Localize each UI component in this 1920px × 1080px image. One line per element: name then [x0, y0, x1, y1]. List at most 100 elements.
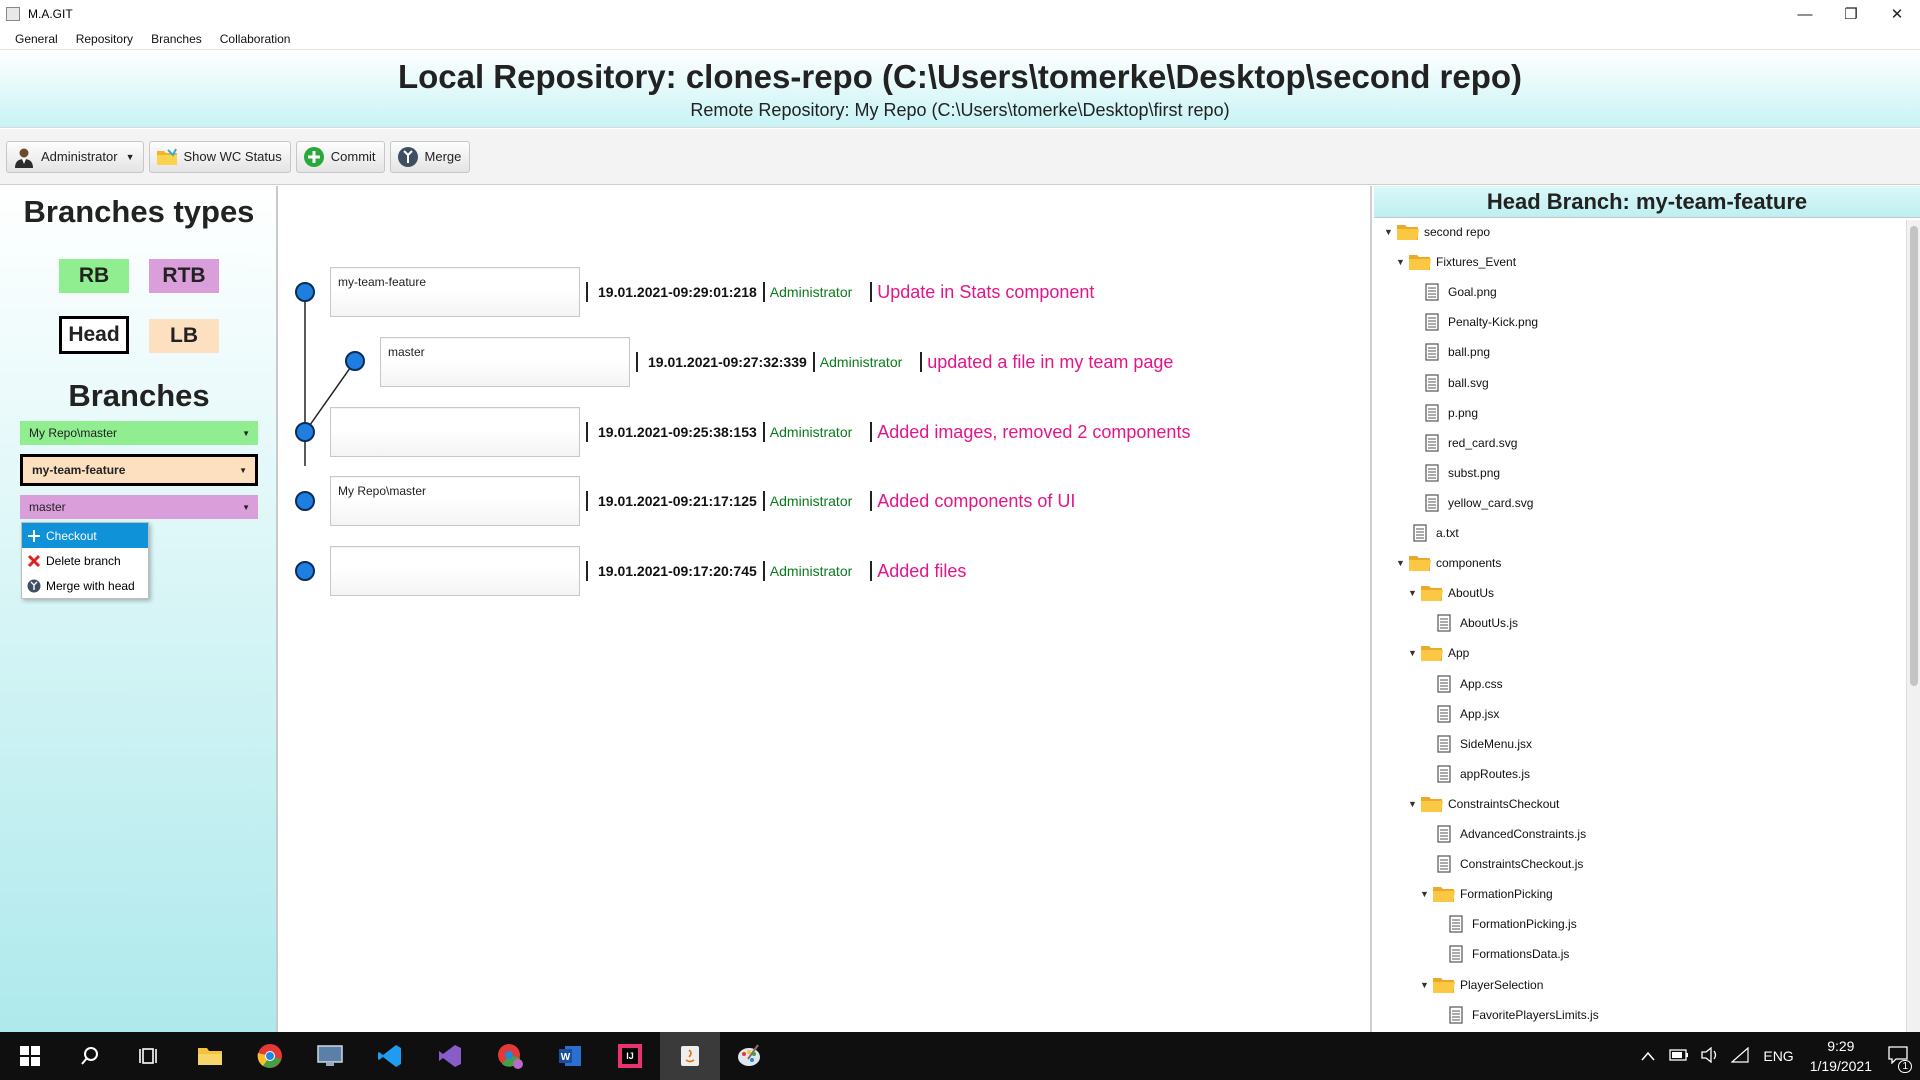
commit-node[interactable]	[295, 561, 315, 581]
tree-file[interactable]: SideMenu.jsx	[1420, 732, 1532, 756]
expand-arrow-icon[interactable]: ▼	[1396, 257, 1408, 267]
commit-row[interactable]: master 19.01.2021-09:27:32:339 Administr…	[380, 337, 1173, 387]
toolbar: Administrator ▼ Show WC Status Commit Me…	[0, 129, 1920, 185]
commit-row[interactable]: My Repo\master 19.01.2021-09:21:17:125 A…	[330, 476, 1075, 526]
local-repository-title: Local Repository: clones-repo (C:\Users\…	[397, 58, 1523, 95]
tree-folder[interactable]: ▼ PlayerSelection	[1420, 973, 1543, 997]
intellij-icon[interactable]: IJ	[600, 1032, 660, 1080]
tree-file[interactable]: Goal.png	[1408, 280, 1497, 304]
chrome-icon[interactable]	[240, 1032, 300, 1080]
close-button[interactable]: ✕	[1874, 0, 1920, 28]
tree-folder[interactable]: ▼ Fixtures_Event	[1396, 250, 1516, 274]
tree-file[interactable]: subst.png	[1408, 461, 1500, 485]
system-clock[interactable]: 9:29 1/19/2021	[1810, 1036, 1872, 1076]
merge-icon	[397, 146, 419, 168]
battery-icon[interactable]	[1669, 1048, 1689, 1064]
tree-item-label: AdvancedConstraints.js	[1460, 827, 1587, 841]
tree-folder[interactable]: ▼ components	[1396, 551, 1501, 575]
notification-icon[interactable]: 1	[1888, 1045, 1912, 1073]
commit-node[interactable]	[295, 282, 315, 302]
branch-combo-my-team-feature[interactable]: my-team-feature ▼	[20, 454, 258, 486]
windows-start-icon[interactable]	[0, 1032, 60, 1080]
tree-file[interactable]: App.css	[1420, 672, 1503, 696]
expand-arrow-icon[interactable]: ▼	[1408, 588, 1420, 598]
tree-file[interactable]: ball.svg	[1408, 371, 1489, 395]
tree-file[interactable]: appRoutes.js	[1420, 762, 1530, 786]
tree-item-label: SideMenu.jsx	[1460, 736, 1533, 751]
menu-collaboration[interactable]: Collaboration	[211, 32, 300, 46]
merge-button[interactable]: Merge	[389, 140, 471, 173]
show-wc-status-button[interactable]: Show WC Status	[148, 140, 291, 173]
tree-file[interactable]: yellow_card.svg	[1408, 491, 1533, 515]
clock-date: 1/19/2021	[1809, 1058, 1872, 1074]
wifi-icon[interactable]	[1730, 1046, 1749, 1066]
commit-message: updated a file in my team page	[927, 351, 1174, 372]
tree-file[interactable]: ConstraintsCheckout.js	[1420, 852, 1583, 876]
expand-arrow-icon[interactable]: ▼	[1408, 648, 1420, 658]
expand-arrow-icon[interactable]: ▼	[1420, 889, 1432, 899]
expand-arrow-icon[interactable]: ▼	[1420, 980, 1432, 990]
java-app-icon[interactable]	[660, 1032, 720, 1080]
restore-button[interactable]: ❐	[1828, 0, 1874, 28]
branch-combo-master[interactable]: master ▼	[20, 495, 258, 519]
commit-branch-tag	[330, 546, 580, 596]
vscode-icon[interactable]	[360, 1032, 420, 1080]
menu-repository[interactable]: Repository	[67, 32, 142, 46]
file-explorer-icon[interactable]	[180, 1032, 240, 1080]
commit-node[interactable]	[295, 422, 315, 442]
tree-file[interactable]: p.png	[1408, 401, 1478, 425]
remote-desktop-icon[interactable]	[300, 1032, 360, 1080]
menu-general[interactable]: General	[6, 32, 67, 46]
tree-folder[interactable]: ▼ FormationPicking	[1420, 882, 1553, 906]
minimize-button[interactable]: —	[1782, 0, 1828, 28]
language-indicator[interactable]: ENG	[1763, 1048, 1793, 1064]
search-icon[interactable]	[60, 1032, 120, 1080]
tree-scrollbar[interactable]	[1906, 220, 1920, 1032]
task-view-icon[interactable]	[120, 1032, 180, 1080]
merge-with-head-menu-item[interactable]: Merge with head	[22, 573, 148, 598]
tree-folder[interactable]: ▼ ConstraintsCheckout	[1408, 792, 1559, 816]
user-menu-button[interactable]: Administrator ▼	[6, 140, 144, 173]
volume-icon[interactable]	[1701, 1046, 1719, 1066]
paint-icon[interactable]	[720, 1032, 780, 1080]
expand-arrow-icon[interactable]: ▼	[1396, 558, 1408, 568]
tree-file[interactable]: red_card.svg	[1408, 431, 1517, 455]
visual-studio-icon[interactable]	[420, 1032, 480, 1080]
tree-file[interactable]: a.txt	[1396, 521, 1459, 545]
tree-file[interactable]: AboutUs.js	[1420, 611, 1518, 635]
tree-folder[interactable]: ▼ AboutUs	[1408, 581, 1494, 605]
file-icon	[1444, 915, 1468, 933]
chevron-up-icon[interactable]	[1641, 1048, 1655, 1064]
tree-file[interactable]: FormationPicking.js	[1432, 912, 1577, 936]
delete-branch-menu-item[interactable]: Delete branch	[22, 548, 148, 573]
notification-count: 1	[1898, 1059, 1912, 1073]
tree-file[interactable]: FavoritePlayersLimits.js	[1432, 1003, 1599, 1027]
commit-row[interactable]: 19.01.2021-09:17:20:745 Administrator Ad…	[330, 546, 966, 596]
head-branch-title: Head Branch: my-team-feature	[1374, 186, 1920, 218]
branch-combo-my-repo-master[interactable]: My Repo\master ▼	[20, 421, 258, 445]
tree-file[interactable]: FormationsData.js	[1432, 942, 1569, 966]
word-icon[interactable]: W	[540, 1032, 600, 1080]
tree-folder[interactable]: ▼ App	[1408, 641, 1469, 665]
commit-row[interactable]: my-team-feature 19.01.2021-09:29:01:218 …	[330, 267, 1094, 317]
chrome-profile-icon[interactable]	[480, 1032, 540, 1080]
commit-row[interactable]: 19.01.2021-09:25:38:153 Administrator Ad…	[330, 407, 1190, 457]
tree-item-label: second repo	[1424, 225, 1491, 239]
tree-item-label: App	[1448, 646, 1470, 661]
commit-node[interactable]	[345, 351, 365, 371]
file-icon	[1420, 283, 1444, 301]
expand-arrow-icon[interactable]: ▼	[1384, 227, 1396, 237]
tree-file[interactable]: AdvancedConstraints.js	[1420, 822, 1586, 846]
expand-arrow-icon[interactable]: ▼	[1408, 799, 1420, 809]
tree-item-label: FormationPicking.js	[1472, 917, 1577, 932]
scrollbar-thumb[interactable]	[1910, 226, 1918, 686]
tree-folder[interactable]: ▼ second repo	[1384, 220, 1490, 244]
menu-branches[interactable]: Branches	[142, 32, 211, 46]
tree-file[interactable]: Penalty-Kick.png	[1408, 310, 1538, 334]
tree-file[interactable]: ball.png	[1408, 340, 1490, 364]
tree-item-label: AboutUs	[1448, 586, 1495, 601]
checkout-menu-item[interactable]: Checkout	[22, 523, 148, 548]
commit-node[interactable]	[295, 491, 315, 511]
commit-button[interactable]: Commit	[295, 140, 385, 173]
tree-file[interactable]: App.jsx	[1420, 702, 1499, 726]
